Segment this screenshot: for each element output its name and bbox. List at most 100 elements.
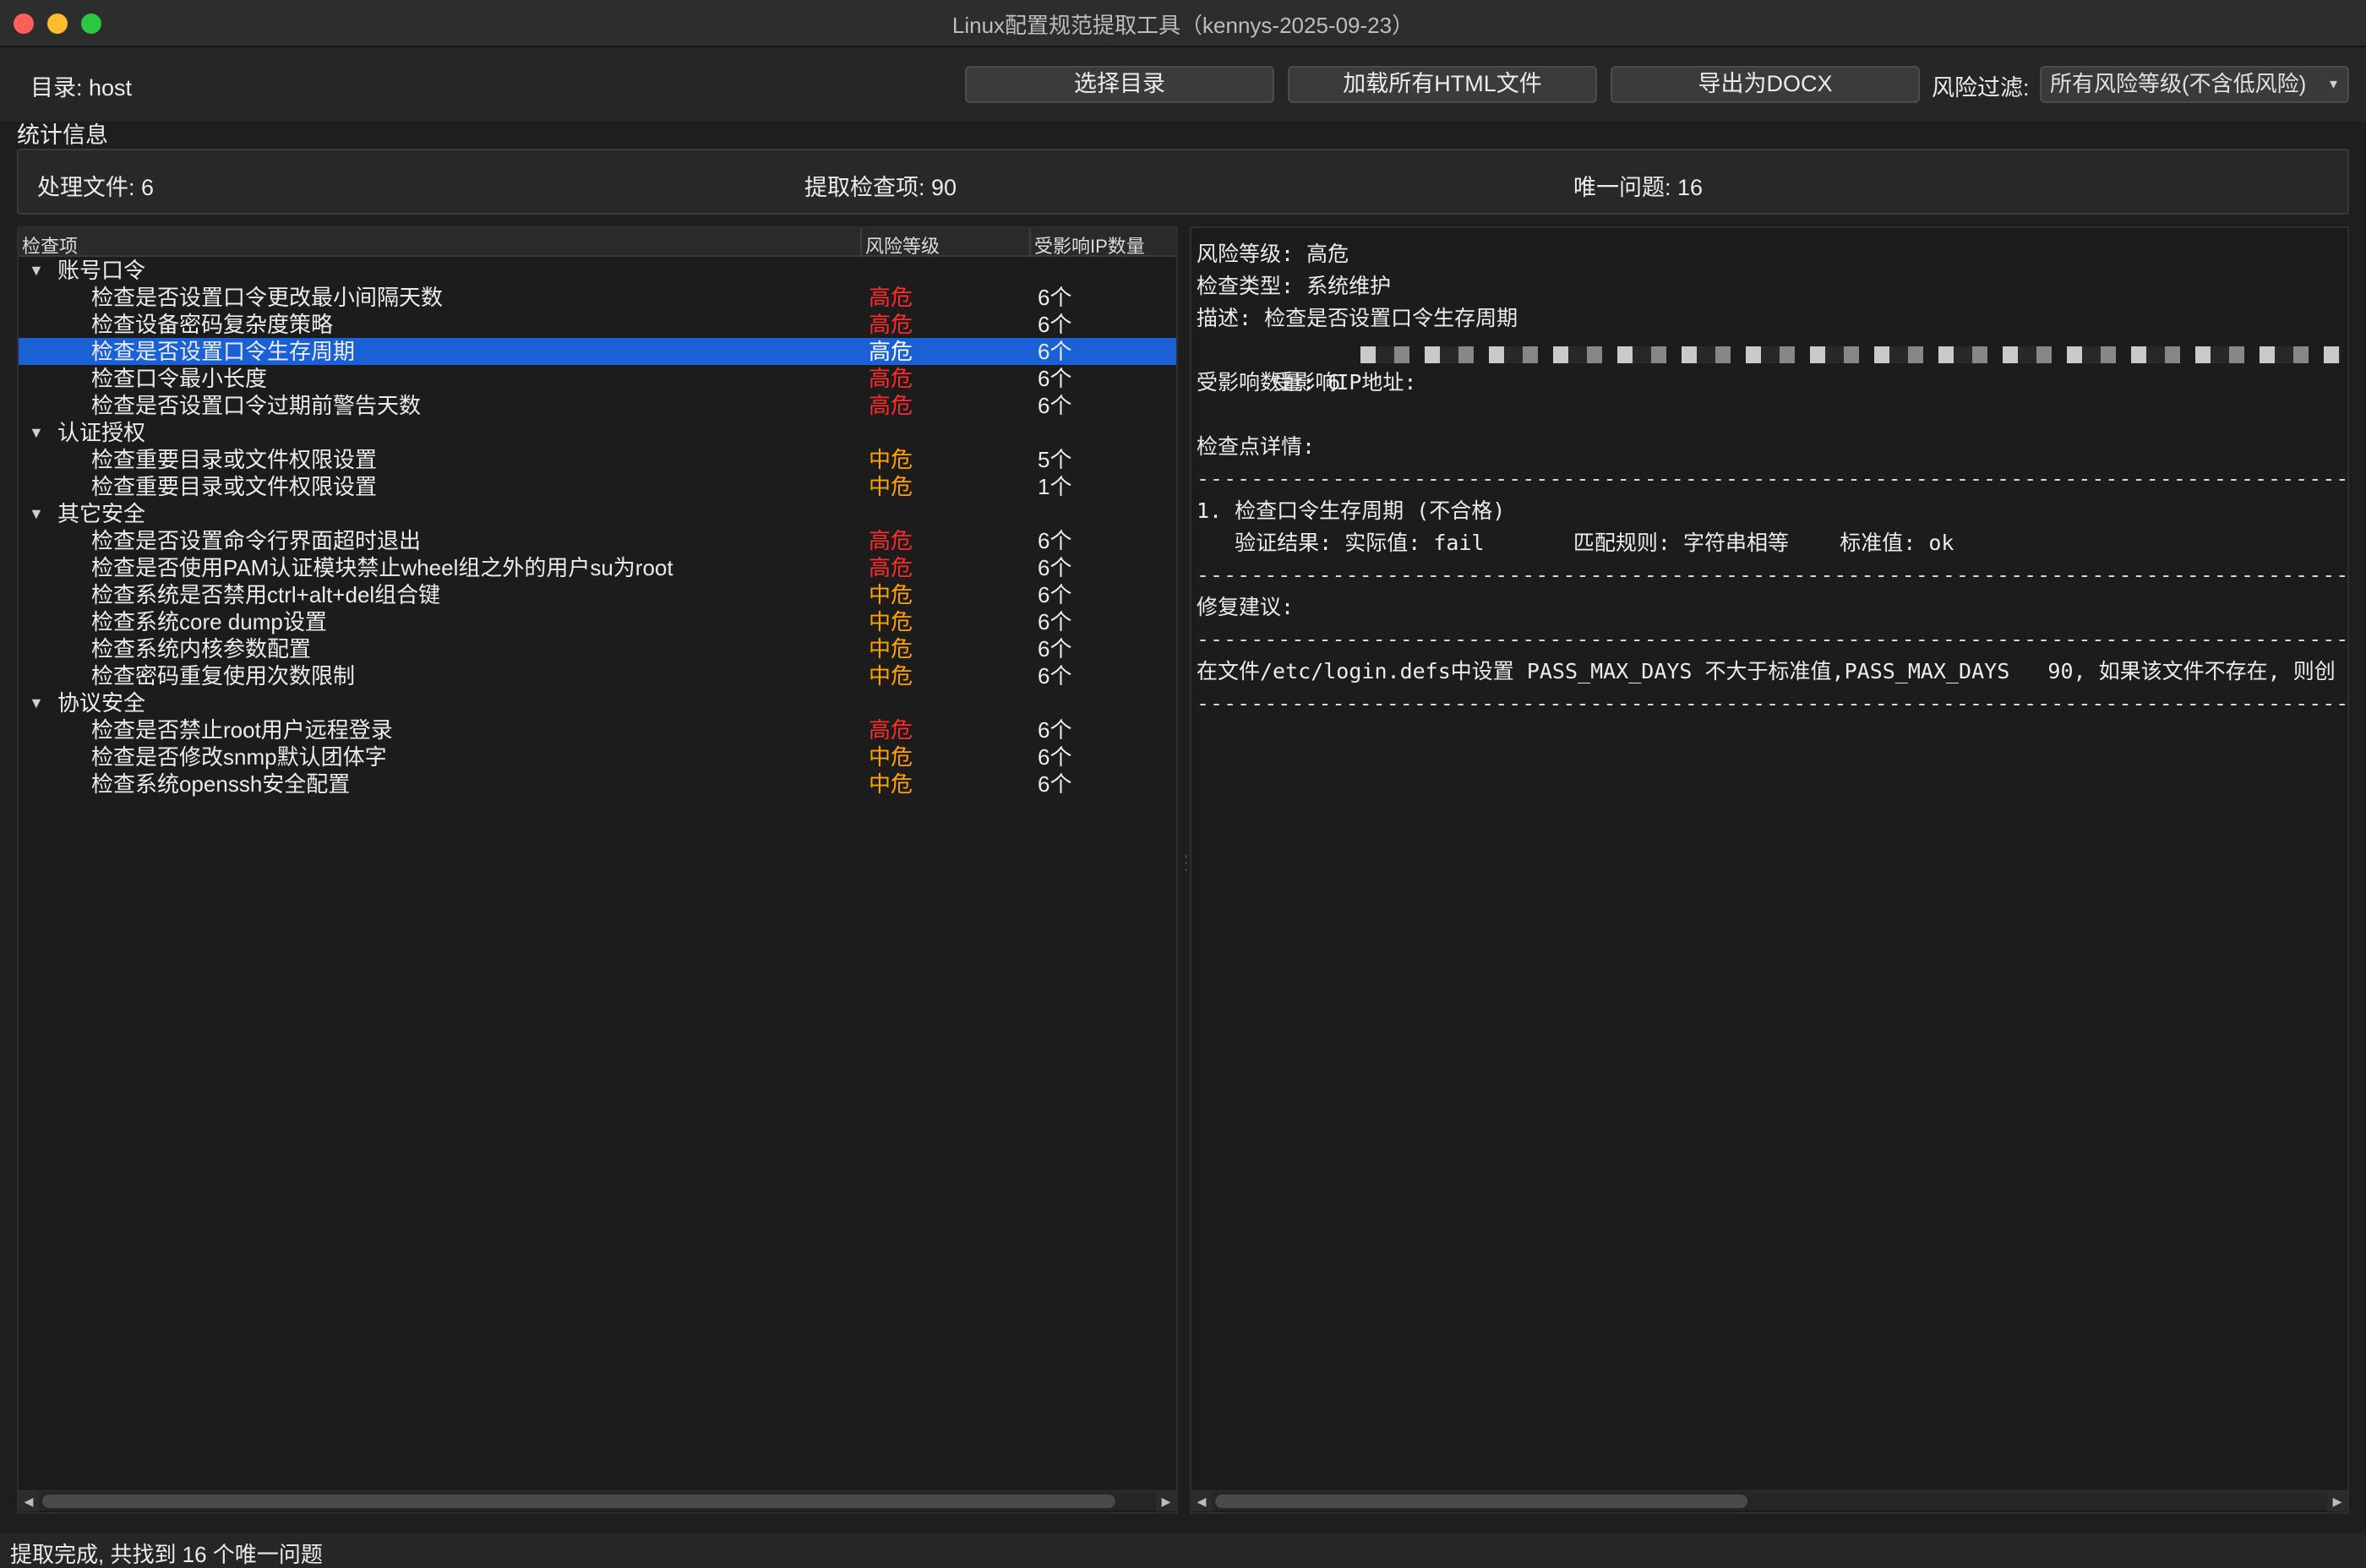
load-html-button[interactable]: 加载所有HTML文件 bbox=[1288, 66, 1597, 103]
expand-arrow-icon[interactable]: ▼ bbox=[29, 257, 44, 284]
tree-item-row[interactable]: 检查密码重复使用次数限制 中危 6个 bbox=[19, 662, 1176, 689]
tree-item-risk: 高危 bbox=[869, 555, 913, 580]
tree-item-row[interactable]: 检查重要目录或文件权限设置 中危 5个 bbox=[19, 446, 1176, 473]
tree-item-risk: 高危 bbox=[869, 285, 913, 310]
tree-item-count: 6个 bbox=[1038, 393, 1072, 418]
tree-item-row[interactable]: 检查系统内核参数配置 中危 6个 bbox=[19, 635, 1176, 662]
export-docx-button[interactable]: 导出为DOCX bbox=[1611, 66, 1920, 103]
tree-item-name: 检查是否设置口令更改最小间隔天数 bbox=[91, 285, 444, 310]
tree-item-row[interactable]: 检查是否禁止root用户远程登录 高危 6个 bbox=[19, 716, 1176, 743]
separator-line: ----------------------------------------… bbox=[1197, 466, 2346, 491]
tree-item-row[interactable]: 检查口令最小长度 高危 6个 bbox=[19, 365, 1176, 392]
tree-item-risk: 高危 bbox=[869, 339, 913, 364]
tree-item-row[interactable]: 检查重要目录或文件权限设置 中危 1个 bbox=[19, 473, 1176, 500]
tree-item-name: 检查重要目录或文件权限设置 bbox=[91, 474, 378, 499]
tree-item-name: 检查是否修改snmp默认团体字 bbox=[91, 744, 387, 770]
scroll-left-icon[interactable]: ◀ bbox=[19, 1491, 39, 1511]
detail-text[interactable]: 风险等级: 高危 检查类型: 系统维护 描述: 检查是否设置口令生存周期 受影响… bbox=[1197, 233, 2346, 716]
directory-label: 目录: host bbox=[30, 75, 133, 101]
stat-checks: 提取检查项: 90 bbox=[804, 175, 957, 200]
tree-item-row[interactable]: 检查是否使用PAM认证模块禁止wheel组之外的用户su为root 高危 6个 bbox=[19, 554, 1176, 581]
tree-item-row[interactable]: 检查是否设置口令更改最小间隔天数 高危 6个 bbox=[19, 284, 1176, 311]
expand-arrow-icon[interactable]: ▼ bbox=[29, 500, 44, 527]
detail-point-1: 1. 检查口令生存周期 (不合格) bbox=[1197, 498, 1506, 523]
column-header-risk[interactable]: 风险等级 bbox=[865, 231, 940, 259]
tree-category-label: 其它安全 bbox=[57, 501, 146, 526]
tree-item-row[interactable]: 检查系统是否禁用ctrl+alt+del组合键 中危 6个 bbox=[19, 581, 1176, 608]
detail-points-title: 检查点详情: bbox=[1197, 434, 1316, 459]
column-divider[interactable] bbox=[1029, 228, 1031, 257]
stat-unique: 唯一问题: 16 bbox=[1573, 175, 1704, 200]
tree-item-name: 检查设备密码复杂度策略 bbox=[91, 312, 334, 337]
tree-item-name: 检查是否设置命令行界面超时退出 bbox=[91, 528, 422, 553]
select-directory-button[interactable]: 选择目录 bbox=[965, 66, 1274, 103]
tree-item-name: 检查系统是否禁用ctrl+alt+del组合键 bbox=[91, 582, 441, 607]
tree-item-risk: 高危 bbox=[869, 366, 913, 391]
tree-item-count: 6个 bbox=[1038, 744, 1072, 770]
risk-filter-select[interactable]: 所有风险等级(不含低风险) ▾ bbox=[2040, 66, 2349, 103]
tree-category[interactable]: ▼ 其它安全 bbox=[19, 500, 1176, 527]
tree-item-count: 6个 bbox=[1038, 609, 1072, 634]
separator-line: ----------------------------------------… bbox=[1197, 627, 2346, 651]
risk-filter-label: 风险过滤: bbox=[1932, 75, 2030, 101]
tree-item-risk: 高危 bbox=[869, 717, 913, 743]
scroll-left-icon[interactable]: ◀ bbox=[1191, 1491, 1212, 1511]
tree-item-row[interactable]: 检查系统core dump设置 中危 6个 bbox=[19, 608, 1176, 635]
tree-item-name: 检查重要目录或文件权限设置 bbox=[91, 447, 378, 472]
panel-splitter[interactable]: · · · bbox=[1181, 226, 1190, 1514]
tree-item-count: 6个 bbox=[1038, 582, 1072, 607]
tree-item-row[interactable]: 检查是否设置命令行界面超时退出 高危 6个 bbox=[19, 527, 1176, 554]
tree-item-row[interactable]: 检查设备密码复杂度策略 高危 6个 bbox=[19, 311, 1176, 338]
tree-item-name: 检查是否使用PAM认证模块禁止wheel组之外的用户su为root bbox=[91, 555, 673, 580]
detail-ip-line: 受影响IP地址: bbox=[1197, 335, 2346, 395]
tree-item-row[interactable]: 检查是否设置口令生存周期 高危 6个 bbox=[19, 338, 1176, 365]
tree-category[interactable]: ▼ 认证授权 bbox=[19, 419, 1176, 446]
separator-line: ----------------------------------------… bbox=[1197, 691, 2346, 716]
tree-category-label: 协议安全 bbox=[57, 690, 146, 716]
scroll-right-icon[interactable]: ▶ bbox=[2327, 1491, 2347, 1511]
detail-description: 描述: 检查是否设置口令生存周期 bbox=[1197, 306, 1518, 330]
chevron-down-icon: ▾ bbox=[2329, 75, 2337, 92]
tree-item-count: 5个 bbox=[1038, 447, 1072, 472]
detail-risk: 风险等级: 高危 bbox=[1197, 242, 1349, 266]
check-items-tree: 检查项 风险等级 受影响IP数量 ▼ 账号口令 检查是否设置口令更改最小间隔天数 高危… bbox=[17, 226, 1178, 1514]
detail-panel: 风险等级: 高危 检查类型: 系统维护 描述: 检查是否设置口令生存周期 受影响… bbox=[1190, 226, 2349, 1514]
tree-horizontal-scrollbar[interactable]: ◀ ▶ bbox=[19, 1490, 1176, 1511]
tree-item-name: 检查系统openssh安全配置 bbox=[91, 771, 351, 797]
scroll-right-icon[interactable]: ▶ bbox=[1156, 1491, 1176, 1511]
tree-category-label: 认证授权 bbox=[57, 420, 146, 445]
tree-item-risk: 高危 bbox=[869, 312, 913, 337]
tree-item-count: 6个 bbox=[1038, 312, 1072, 337]
detail-horizontal-scrollbar[interactable]: ◀ ▶ bbox=[1191, 1490, 2347, 1511]
stats-panel: 处理文件: 6 提取检查项: 90 唯一问题: 16 bbox=[17, 149, 2349, 215]
detail-count: 受影响数量: 6 bbox=[1197, 370, 1341, 395]
tree-item-name: 检查是否设置口令生存周期 bbox=[91, 339, 356, 364]
tree-item-name: 检查系统core dump设置 bbox=[91, 609, 327, 634]
tree-item-row[interactable]: 检查是否设置口令过期前警告天数 高危 6个 bbox=[19, 392, 1176, 419]
column-header-count[interactable]: 受影响IP数量 bbox=[1034, 231, 1145, 259]
stats-title: 统计信息 bbox=[17, 122, 108, 148]
tree-item-count: 6个 bbox=[1038, 366, 1072, 391]
tree-item-risk: 中危 bbox=[869, 771, 913, 797]
detail-type: 检查类型: 系统维护 bbox=[1197, 274, 1392, 298]
separator-line: ----------------------------------------… bbox=[1197, 563, 2346, 587]
tree-category[interactable]: ▼ 账号口令 bbox=[19, 257, 1176, 284]
scrollbar-thumb[interactable] bbox=[42, 1494, 1115, 1508]
tree-item-name: 检查是否禁止root用户远程登录 bbox=[91, 717, 393, 743]
title-bar: Linux配置规范提取工具（kennys-2025-09-23） bbox=[0, 0, 2366, 47]
status-bar: 提取完成, 共找到 16 个唯一问题 bbox=[0, 1533, 2366, 1568]
column-divider[interactable] bbox=[860, 228, 862, 257]
column-header-name[interactable]: 检查项 bbox=[22, 231, 78, 259]
expand-arrow-icon[interactable]: ▼ bbox=[29, 689, 44, 716]
detail-point-1-result: 验证结果: 实际值: fail 匹配规则: 字符串相等 标准值: ok bbox=[1197, 531, 1954, 555]
tree-item-risk: 中危 bbox=[869, 663, 913, 689]
scrollbar-thumb[interactable] bbox=[1215, 1494, 1747, 1508]
tree-item-row[interactable]: 检查系统openssh安全配置 中危 6个 bbox=[19, 770, 1176, 798]
tree-item-count: 6个 bbox=[1038, 636, 1072, 662]
tree-category[interactable]: ▼ 协议安全 bbox=[19, 689, 1176, 716]
expand-arrow-icon[interactable]: ▼ bbox=[29, 419, 44, 446]
toolbar: 目录: host 选择目录 加载所有HTML文件 导出为DOCX 风险过滤: 所… bbox=[0, 47, 2366, 122]
risk-filter-value: 所有风险等级(不含低风险) bbox=[2050, 71, 2307, 96]
tree-item-count: 6个 bbox=[1038, 663, 1072, 689]
tree-item-row[interactable]: 检查是否修改snmp默认团体字 中危 6个 bbox=[19, 743, 1176, 770]
